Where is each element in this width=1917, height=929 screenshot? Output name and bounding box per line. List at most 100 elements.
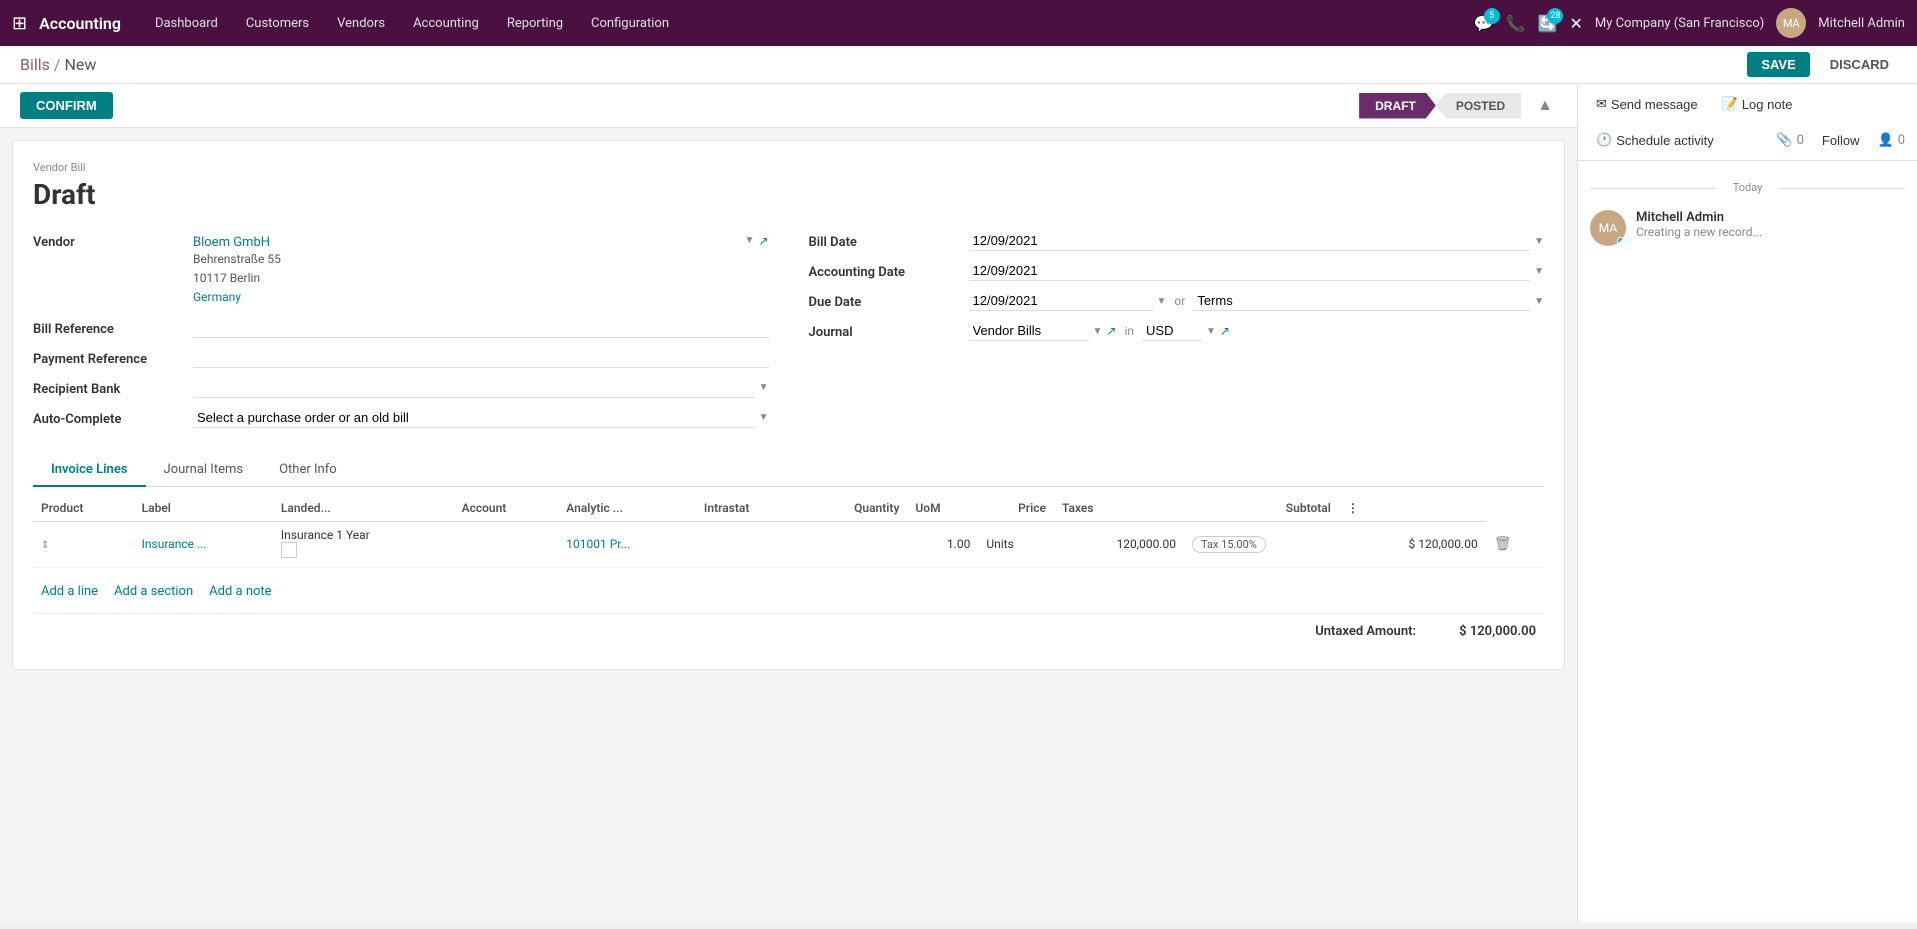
form-col-left: Vendor Bloem GmbH ▼ ↗ Behrenstraße 55 10… xyxy=(33,231,769,438)
row-analytic xyxy=(696,521,802,567)
nav-reporting[interactable]: Reporting xyxy=(497,12,573,35)
user-name: Mitchell Admin xyxy=(1818,16,1905,31)
payment-reference-input[interactable] xyxy=(193,348,769,368)
bill-date-input[interactable]: 12/09/2021 xyxy=(969,231,1531,251)
col-intrastat: Intrastat xyxy=(696,495,802,522)
stage-draft-button[interactable]: DRAFT xyxy=(1359,93,1436,119)
chat-icon[interactable]: 💬 5 xyxy=(1474,14,1494,33)
col-taxes: Taxes xyxy=(1054,495,1184,522)
log-note-button[interactable]: 📝 Log note xyxy=(1716,92,1799,116)
close-icon[interactable]: ✕ xyxy=(1569,14,1582,33)
due-date-input[interactable]: 12/09/2021 xyxy=(969,291,1153,311)
status-bar: CONFIRM DRAFT POSTED ▲ xyxy=(0,84,1577,128)
sub-header: Bills / New SAVE DISCARD xyxy=(0,46,1917,84)
paperclip-icon: 📎 xyxy=(1776,133,1792,148)
nav-dashboard[interactable]: Dashboard xyxy=(145,12,228,35)
journal-label: Journal xyxy=(809,321,969,340)
due-date-dropdown[interactable]: ▼ xyxy=(1157,296,1167,307)
discard-button[interactable]: DISCARD xyxy=(1822,52,1897,77)
row-quantity[interactable]: 1.00 xyxy=(907,521,978,567)
currency-select[interactable]: USD xyxy=(1142,321,1202,341)
recipient-bank-select[interactable] xyxy=(193,378,755,398)
bill-reference-field-group: Bill Reference xyxy=(33,318,769,338)
currency-dropdown[interactable]: ▼ xyxy=(1206,326,1216,337)
nav-configuration[interactable]: Configuration xyxy=(581,12,679,35)
user-avatar[interactable]: MA xyxy=(1776,8,1806,38)
recipient-bank-dropdown[interactable]: ▼ xyxy=(759,382,769,393)
add-note-link[interactable]: Add a note xyxy=(209,584,271,599)
log-note-icon: 📝 xyxy=(1722,96,1738,112)
send-message-icon: ✉ xyxy=(1596,96,1607,112)
invoice-lines-table: Product Label Landed... Account Analytic… xyxy=(33,495,1544,568)
vendor-address-line1: Behrenstraße 55 xyxy=(193,250,769,269)
add-line-link[interactable]: Add a line xyxy=(41,584,98,599)
vendor-address: Behrenstraße 55 10117 Berlin Germany xyxy=(193,250,769,308)
stage-container: DRAFT POSTED xyxy=(1359,93,1521,119)
nav-vendors[interactable]: Vendors xyxy=(327,12,395,35)
chatter-actions: ✉ Send message 📝 Log note 🕐 Schedule act… xyxy=(1578,84,1917,161)
tab-other-info[interactable]: Other Info xyxy=(261,454,355,487)
row-landed xyxy=(454,521,559,567)
add-section-link[interactable]: Add a section xyxy=(114,584,193,599)
bill-reference-label: Bill Reference xyxy=(33,318,193,337)
nav-accounting[interactable]: Accounting xyxy=(403,12,489,35)
breadcrumb-sep: / xyxy=(54,55,61,74)
journal-dropdown[interactable]: ▼ xyxy=(1093,326,1103,337)
confirm-button[interactable]: CONFIRM xyxy=(20,92,113,119)
accounting-date-dropdown[interactable]: ▼ xyxy=(1534,266,1544,277)
accounting-date-input[interactable]: 12/09/2021 xyxy=(969,261,1531,281)
phone-icon[interactable]: 📞 xyxy=(1506,14,1526,33)
auto-complete-dropdown[interactable]: ▼ xyxy=(759,412,769,423)
journal-external-link[interactable]: ↗ xyxy=(1106,324,1116,338)
row-price[interactable]: 120,000.00 xyxy=(1054,521,1184,567)
add-links-row: Add a line Add a section Add a note xyxy=(33,578,1544,605)
send-message-button[interactable]: ✉ Send message xyxy=(1590,92,1704,116)
schedule-activity-button[interactable]: 🕐 Schedule activity xyxy=(1590,128,1720,152)
payment-reference-label: Payment Reference xyxy=(33,348,193,367)
recipient-bank-label: Recipient Bank xyxy=(33,378,193,397)
bill-date-dropdown[interactable]: ▼ xyxy=(1534,236,1544,247)
vendor-external-link[interactable]: ↗ xyxy=(758,234,768,248)
person-count: 👤 0 xyxy=(1878,133,1906,148)
row-delete[interactable]: 🗑 xyxy=(1486,521,1544,567)
terms-select[interactable]: Terms xyxy=(1193,291,1530,311)
company-name: My Company (San Francisco) xyxy=(1595,16,1764,31)
tab-invoice-lines[interactable]: Invoice Lines xyxy=(33,454,146,487)
tax-badge[interactable]: Tax 15.00% xyxy=(1192,536,1266,553)
chatter-content: Today MA Mitchell Admin Creating a new r… xyxy=(1578,161,1917,923)
breadcrumb-parent[interactable]: Bills xyxy=(20,55,50,74)
auto-complete-select[interactable]: Select a purchase order or an old bill xyxy=(193,408,755,428)
chat-badge: 5 xyxy=(1484,8,1500,24)
vendor-dropdown-arrow[interactable]: ▼ xyxy=(745,235,755,246)
currency-external-link[interactable]: ↗ xyxy=(1220,324,1230,338)
bill-date-label: Bill Date xyxy=(809,231,969,250)
row-label-checkbox[interactable] xyxy=(281,542,297,558)
row-account[interactable]: 101001 Pr... xyxy=(558,521,696,567)
grid-icon[interactable]: ⊞ xyxy=(12,13,27,34)
form-col-right: Bill Date 12/09/2021 ▼ Accounting Date 1… xyxy=(809,231,1545,438)
row-arrows: ⇕ xyxy=(33,521,134,567)
follow-button[interactable]: Follow xyxy=(1816,129,1866,152)
main-layout: CONFIRM DRAFT POSTED ▲ Vendor Bill Draft… xyxy=(0,84,1917,923)
nav-customers[interactable]: Customers xyxy=(236,12,319,35)
accounting-date-field-group: Accounting Date 12/09/2021 ▼ xyxy=(809,261,1545,281)
col-label: Label xyxy=(134,495,273,522)
terms-dropdown[interactable]: ▼ xyxy=(1534,296,1544,307)
untaxed-label: Untaxed Amount: xyxy=(1315,624,1416,639)
stage-posted-button[interactable]: POSTED xyxy=(1436,93,1521,119)
person-icon: 👤 xyxy=(1878,133,1894,148)
bill-date-field-group: Bill Date 12/09/2021 ▼ xyxy=(809,231,1545,251)
journal-select[interactable]: Vendor Bills xyxy=(969,321,1089,341)
bill-reference-input[interactable] xyxy=(193,318,769,338)
row-product[interactable]: Insurance ... xyxy=(134,521,273,567)
tab-journal-items[interactable]: Journal Items xyxy=(146,454,262,487)
col-price: Price xyxy=(978,495,1054,522)
scroll-up-button[interactable]: ▲ xyxy=(1533,93,1557,119)
vendor-field-group: Vendor Bloem GmbH ▼ ↗ Behrenstraße 55 10… xyxy=(33,231,769,308)
journal-in: in xyxy=(1120,324,1138,338)
save-button[interactable]: SAVE xyxy=(1747,52,1809,77)
auto-complete-label: Auto-Complete xyxy=(33,408,193,427)
msg-avatar: MA xyxy=(1590,210,1626,246)
row-uom[interactable]: Units xyxy=(978,521,1054,567)
activity-icon[interactable]: 🔄 28 xyxy=(1538,14,1558,33)
